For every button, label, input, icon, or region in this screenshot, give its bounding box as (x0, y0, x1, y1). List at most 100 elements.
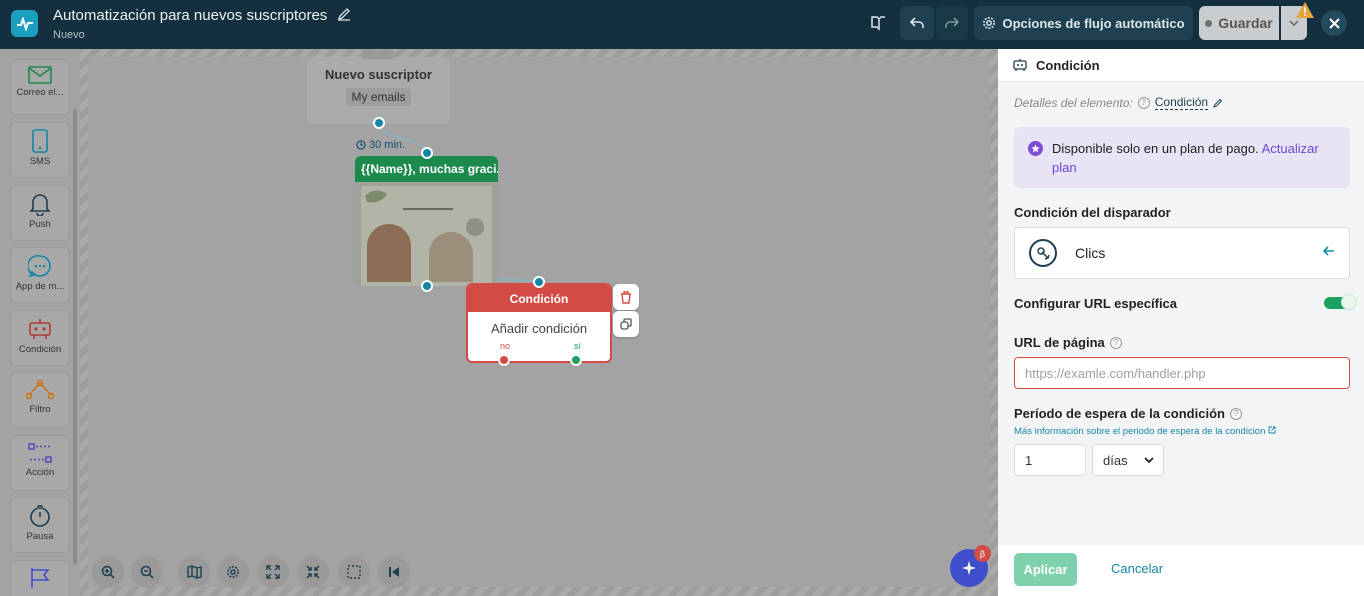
sidebar-item-sms[interactable]: SMS (10, 122, 70, 178)
wait-period-value-input[interactable] (1014, 444, 1086, 476)
undo-button[interactable] (900, 6, 934, 40)
sidebar-item-pause[interactable]: Pausa (10, 497, 70, 553)
email-node-title: {{Name}}, muchas graci... (355, 156, 498, 182)
chevron-down-icon (1144, 457, 1154, 464)
paid-plan-text: Disponible solo en un plan de pago. (1052, 141, 1259, 156)
duplicate-node-button[interactable] (613, 311, 639, 337)
fit-screen-button[interactable] (257, 556, 289, 588)
start-node-list: My emails (346, 88, 411, 106)
paid-plan-notice: Disponible solo en un plan de pago. Actu… (1014, 127, 1350, 188)
condition-node[interactable]: Condición Añadir condición no sí (466, 283, 612, 363)
map-button[interactable] (178, 556, 210, 588)
branch-yes-label: sí (574, 341, 582, 351)
sidebar-item-app-messages[interactable]: App de m... (10, 247, 70, 303)
zoom-out-button[interactable] (131, 556, 163, 588)
action-icon (28, 443, 52, 463)
go-to-start-button[interactable] (378, 556, 410, 588)
cancel-button[interactable]: Cancelar (1111, 561, 1163, 576)
details-value[interactable]: Condición (1154, 95, 1209, 110)
mail-icon (28, 66, 52, 84)
branch-no-point[interactable] (498, 354, 510, 366)
edit-pencil-icon[interactable] (1213, 98, 1223, 108)
element-sidebar: Correo el... SMS Push App de m... Condic… (0, 49, 80, 596)
branch-no-label: no (500, 341, 511, 351)
sidebar-item-label: Push (29, 219, 51, 230)
gear-icon (983, 17, 996, 29)
redo-icon (945, 17, 959, 28)
select-area-button[interactable] (338, 556, 370, 588)
app-logo-icon[interactable] (11, 10, 38, 37)
external-link-icon (1268, 426, 1276, 434)
help-icon[interactable]: ? (1109, 336, 1122, 349)
start-node-title: Nuevo suscriptor (325, 67, 432, 82)
sidebar-item-email[interactable]: Correo el... (10, 59, 70, 115)
delay-label[interactable]: 30 min. (356, 139, 405, 151)
sidebar-item-label: SMS (29, 156, 51, 167)
collapse-icon (306, 565, 320, 579)
specific-url-toggle[interactable] (1324, 294, 1357, 310)
flow-title-text: Automatización para nuevos suscriptores (53, 7, 328, 24)
zoom-in-icon (101, 565, 115, 579)
connector-point[interactable] (533, 276, 545, 288)
sidebar-item-filter[interactable]: Filtro (10, 372, 70, 428)
flow-status: Nuevo (53, 29, 85, 41)
zoom-in-button[interactable] (92, 556, 124, 588)
star-icon (1028, 141, 1043, 156)
close-button[interactable] (1321, 10, 1347, 36)
robot-icon (1013, 59, 1027, 71)
branch-yes-point[interactable] (570, 354, 582, 366)
sidebar-item-push[interactable]: Push (10, 185, 70, 241)
sidebar-item-goal[interactable] (10, 560, 70, 596)
properties-panel: Condición Detalles del elemento: ? Condi… (998, 49, 1364, 596)
warning-icon[interactable] (1295, 1, 1315, 24)
save-status-dot (1205, 19, 1213, 27)
timer-icon (30, 505, 50, 527)
page-url-label-row: URL de página ? (1014, 335, 1122, 350)
save-button[interactable]: Guardar (1199, 6, 1279, 40)
save-label: Guardar (1218, 15, 1273, 31)
trigger-selector[interactable]: Clics (1014, 227, 1350, 279)
delete-node-button[interactable] (613, 284, 639, 310)
wait-unit-value: días (1103, 452, 1128, 468)
sidebar-item-label: Pausa (26, 531, 54, 542)
phone-icon (32, 129, 48, 153)
filter-icon (25, 379, 55, 400)
collapse-button[interactable] (297, 556, 329, 588)
wait-period-more-link[interactable]: Más información sobre el periodo de espe… (1014, 426, 1276, 437)
toggle-knob (1341, 294, 1357, 310)
edit-pencil-icon[interactable] (337, 7, 351, 25)
more-info-text: Más información sobre el periodo de espe… (1014, 426, 1266, 437)
page-url-label: URL de página (1014, 335, 1105, 350)
flow-options-button[interactable]: Opciones de flujo automático (974, 6, 1193, 40)
connector-point[interactable] (421, 147, 433, 159)
apply-button[interactable]: Aplicar (1014, 553, 1077, 586)
panel-title: Condición (1036, 57, 1100, 73)
help-icon[interactable]: ? (1229, 407, 1242, 420)
skip-back-icon (389, 567, 399, 577)
bell-icon (29, 194, 51, 216)
sidebar-item-action[interactable]: Acción (10, 435, 70, 491)
wait-period-unit-select[interactable]: días (1092, 444, 1164, 476)
page-url-input[interactable] (1014, 357, 1350, 389)
start-node[interactable]: Nuevo suscriptor My emails (307, 50, 450, 124)
expand-icon (266, 565, 280, 579)
close-icon (1328, 17, 1340, 29)
flow-title[interactable]: Automatización para nuevos suscriptores (53, 7, 351, 25)
flow-options-label: Opciones de flujo automático (1002, 15, 1185, 31)
clock-icon (356, 140, 366, 150)
arrow-left-icon[interactable] (1322, 243, 1335, 260)
canvas-settings-button[interactable] (217, 556, 249, 588)
sidebar-scrollbar[interactable] (73, 109, 77, 564)
top-bar: Automatización para nuevos suscriptores … (0, 0, 1364, 49)
robot-icon (29, 319, 51, 339)
book-icon[interactable] (870, 15, 887, 36)
copy-icon (620, 318, 632, 330)
email-node[interactable]: {{Name}}, muchas graci... (355, 156, 498, 286)
delay-text: 30 min. (369, 139, 406, 151)
help-icon[interactable]: ? (1137, 96, 1150, 109)
connector-point[interactable] (421, 280, 433, 292)
redo-button[interactable] (936, 6, 968, 40)
connector-point[interactable] (373, 117, 385, 129)
beta-badge: β (974, 545, 991, 562)
sidebar-item-condition[interactable]: Condición (10, 310, 70, 366)
